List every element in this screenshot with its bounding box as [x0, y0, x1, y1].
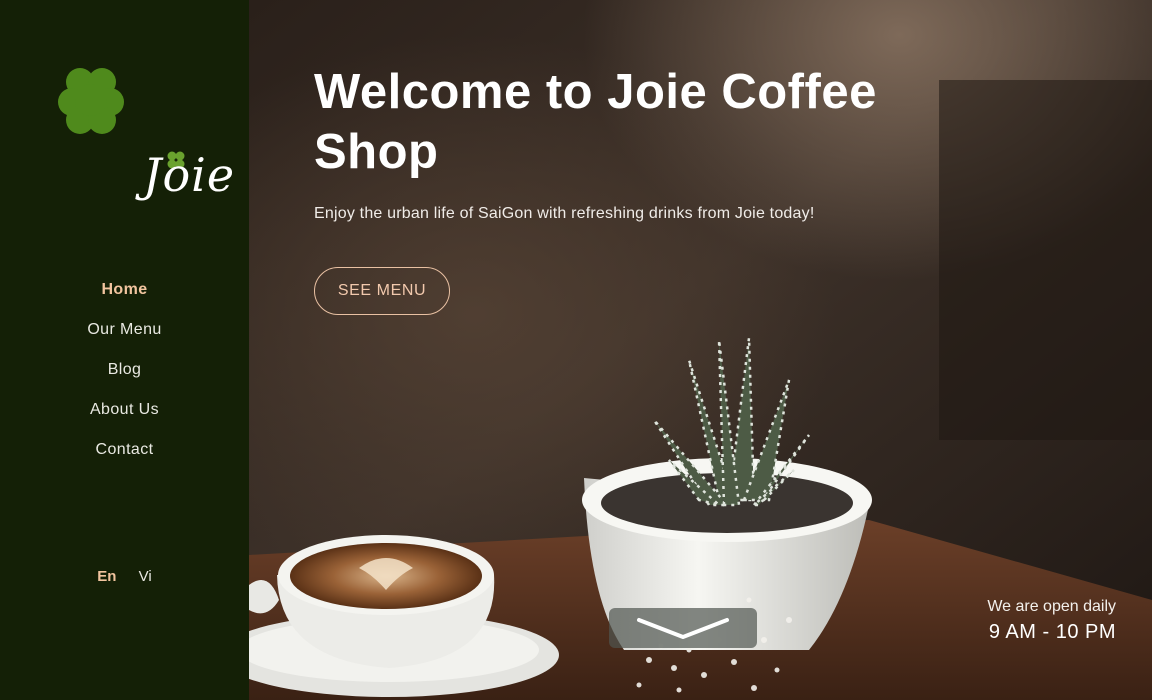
nav-item-contact[interactable]: Contact	[0, 438, 249, 478]
brand-logo[interactable]: Joie	[50, 60, 234, 202]
scroll-down-button[interactable]	[609, 608, 757, 648]
sidebar: Joie Home Our Menu Blog About Us Contact…	[0, 0, 249, 700]
chevron-down-icon	[637, 618, 729, 639]
hero-subtitle: Enjoy the urban life of SaiGon with refr…	[314, 205, 815, 222]
nav-item-our-menu[interactable]: Our Menu	[0, 318, 249, 358]
main-nav: Home Our Menu Blog About Us Contact	[0, 278, 249, 478]
logo-wordmark: Joie	[143, 148, 236, 202]
language-en[interactable]: En	[97, 568, 116, 585]
hours-label: We are open daily	[987, 598, 1116, 615]
nav-item-home[interactable]: Home	[0, 278, 249, 318]
hero-title: Welcome to Joie Coffee Shop	[314, 65, 877, 179]
opening-hours: We are open daily 9 AM - 10 PM	[987, 598, 1116, 644]
language-vi[interactable]: Vi	[139, 568, 152, 585]
nav-item-about-us[interactable]: About Us	[0, 398, 249, 438]
language-switcher: En Vi	[0, 568, 249, 585]
hero-section: Welcome to Joie Coffee Shop Enjoy the ur…	[249, 0, 1152, 700]
see-menu-button[interactable]: SEE MENU	[314, 267, 450, 315]
nav-item-blog[interactable]: Blog	[0, 358, 249, 398]
hours-time: 9 AM - 10 PM	[988, 621, 1116, 643]
